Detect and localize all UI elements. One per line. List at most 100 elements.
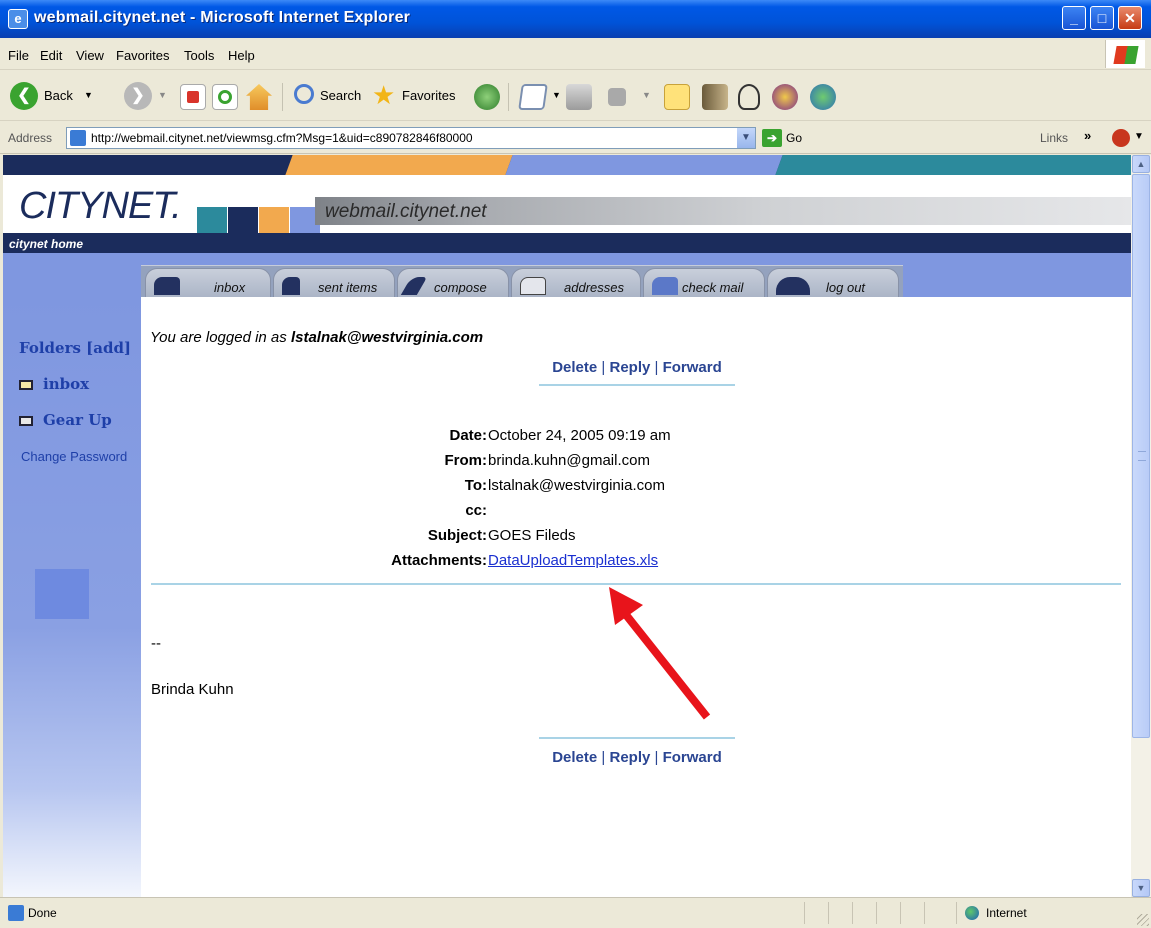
zone-panel [956,902,1136,924]
address-bar: Address http://webmail.citynet.net/viewm… [0,122,1151,154]
folder-icon [19,380,33,390]
from-label: From: [444,452,488,469]
menu-favorites[interactable]: Favorites [116,48,169,63]
tab-log-out[interactable]: log out [767,268,899,298]
research-icon[interactable] [702,84,728,110]
vertical-scrollbar[interactable]: ▲ ▼ [1131,155,1151,897]
close-button[interactable]: ✕ [1118,6,1142,30]
stripe-teal [775,155,1131,175]
citynet-logo: CITYNET. [19,185,182,227]
folder-inbox[interactable]: inbox [19,375,89,393]
folder-gear-up[interactable]: Gear Up [19,411,112,429]
from-value: brinda.kuhn@gmail.com [488,452,650,469]
stop-icon[interactable] [180,84,206,110]
address-input[interactable]: http://webmail.citynet.net/viewmsg.cfm?M… [66,127,756,149]
yahoo-messenger-icon[interactable] [772,84,798,110]
messenger-icon[interactable] [738,84,760,110]
edit-dropdown-icon[interactable]: ▼ [642,90,651,100]
stripe-orange [285,155,513,175]
menu-view[interactable]: View [76,48,104,63]
action-separator: | [601,749,606,766]
page-viewport: CITYNET. webmail.citynet.net citynet hom… [0,155,1131,897]
maximize-button[interactable]: □ [1090,6,1114,30]
subject-value: GOES Fileds [488,527,576,544]
menu-file[interactable]: File [8,48,29,63]
reply-link[interactable]: Reply [609,359,650,376]
ie-icon: e [8,9,28,29]
favorites-star-icon[interactable]: ★ [372,82,398,108]
forward-arrow-icon[interactable]: ❯ [124,82,152,110]
address-url[interactable]: http://webmail.citynet.net/viewmsg.cfm?M… [91,131,473,145]
attachment-link[interactable]: DataUploadTemplates.xls [488,552,658,569]
menu-help[interactable]: Help [228,48,255,63]
scroll-down-icon[interactable]: ▼ [1132,879,1150,897]
subject-label: Subject: [427,527,487,544]
title-bar: e webmail.citynet.net - Microsoft Intern… [0,0,1151,38]
status-bar: Done Internet [0,897,1151,928]
forward-link[interactable]: Forward [663,359,722,376]
links-chevron[interactable]: » [1084,128,1091,143]
folder-icon [19,416,33,426]
status-panel [828,902,852,924]
discuss-icon[interactable] [664,84,690,110]
back-arrow-icon[interactable]: ❮ [10,82,38,110]
page-icon [70,130,86,146]
tab-label: inbox [214,280,246,295]
citynet-home-link[interactable]: citynet home [9,237,83,251]
forward-link[interactable]: Forward [663,749,722,766]
delete-link[interactable]: Delete [552,359,597,376]
body-signature-dash: -- [151,635,161,652]
domain-banner: webmail.citynet.net [315,197,1131,225]
tab-inbox[interactable]: inbox [145,268,271,298]
forward-dropdown-icon[interactable]: ▼ [158,90,167,100]
action-divider-top [539,384,735,386]
edit-icon[interactable] [608,88,626,106]
change-password-link[interactable]: Change Password [21,449,127,464]
status-panel [924,902,954,924]
menu-tools[interactable]: Tools [184,48,214,63]
mail-dropdown-icon[interactable]: ▼ [552,90,561,100]
delete-link[interactable]: Delete [552,749,597,766]
page-done-icon [8,905,24,921]
status-panel [876,902,900,924]
status-text: Done [28,906,57,920]
tab-check-mail[interactable]: check mail [643,268,765,298]
print-icon[interactable] [566,84,592,110]
check-mail-icon [652,277,678,295]
compose-pen-icon [400,277,428,295]
back-dropdown-icon[interactable]: ▼ [84,90,93,100]
tab-strip: inbox sent items compose addresses check… [141,265,903,298]
internet-globe-icon [965,906,979,920]
body-signature-name: Brinda Kuhn [151,681,234,698]
scroll-up-icon[interactable]: ▲ [1132,155,1150,173]
mail-icon[interactable] [518,84,548,110]
menu-edit[interactable]: Edit [40,48,62,63]
domain-text: webmail.citynet.net [325,201,487,222]
go-button[interactable]: Go [786,131,802,145]
minimize-button[interactable]: _ [1062,6,1086,30]
search-label[interactable]: Search [320,88,361,103]
links-label[interactable]: Links [1040,131,1068,145]
address-dropdown-icon[interactable]: ▼ [737,128,755,148]
tab-addresses[interactable]: addresses [511,268,641,298]
to-label: To: [464,477,487,494]
extension-dropdown-icon[interactable]: ▼ [1134,131,1144,142]
search-icon[interactable] [294,84,314,104]
tab-label: addresses [564,280,624,295]
home-icon[interactable] [246,84,272,110]
folders-heading[interactable]: Folders [add] [19,339,131,357]
extension-icon[interactable] [1112,129,1130,147]
scroll-thumb[interactable] [1132,174,1150,738]
logged-in-prefix: You are logged in as [150,329,291,346]
refresh-icon[interactable] [212,84,238,110]
favorites-label[interactable]: Favorites [402,88,455,103]
reply-link[interactable]: Reply [609,749,650,766]
tab-sent-items[interactable]: sent items [273,268,395,298]
tab-compose[interactable]: compose [397,268,509,298]
back-label[interactable]: Back [44,88,73,103]
msn-messenger-icon[interactable] [810,84,836,110]
status-panel [804,902,828,924]
history-icon[interactable] [474,84,500,110]
go-arrow-icon[interactable]: ➔ [762,129,782,147]
resize-grip[interactable] [1137,914,1149,926]
